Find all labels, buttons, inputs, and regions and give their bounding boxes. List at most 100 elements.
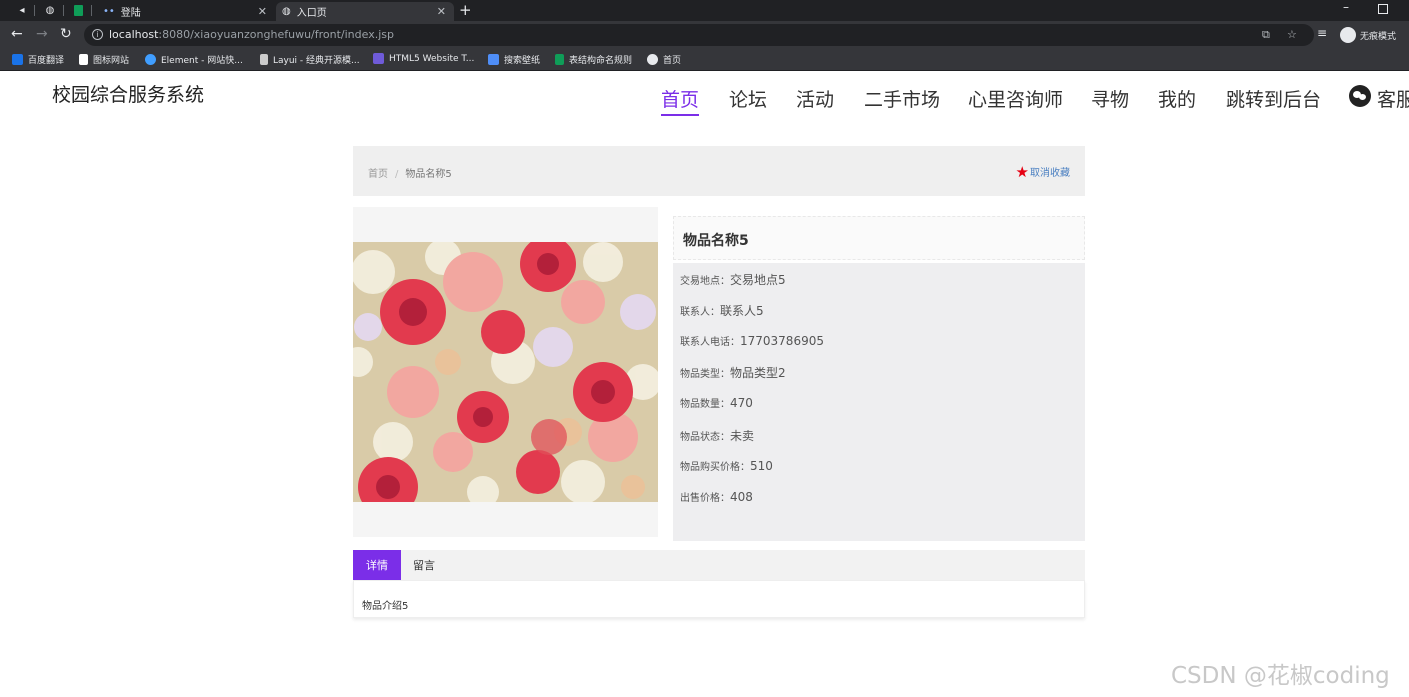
bookmark-element[interactable]: Element - 网站快...: [145, 53, 243, 66]
item-info-panel: 交易地点：交易地点5 联系人：联系人5 联系人电话：17703786905 物品…: [673, 263, 1085, 541]
field-trade-location: 交易地点：交易地点5: [680, 271, 786, 288]
item-title-box: 物品名称5: [673, 216, 1085, 260]
nav-home[interactable]: 首页: [661, 85, 700, 116]
flag-icon: [79, 54, 88, 65]
dots-icon: ••: [103, 6, 115, 17]
tab-label: 入口页: [296, 8, 327, 19]
bookmark-label: 首页: [663, 56, 682, 66]
breadcrumb-bar: 首页 / 物品名称5 ★ 取消收藏: [353, 146, 1085, 196]
star-icon: ★: [1015, 162, 1029, 181]
close-icon[interactable]: ✕: [258, 5, 267, 18]
tab-login[interactable]: •• 登陆 ✕: [97, 2, 275, 21]
tab-sheet[interactable]: [70, 3, 86, 17]
address-bar[interactable]: i localhost:8080/xiaoyuanzonghefuwu/fron…: [84, 24, 1314, 46]
bookmarks-bar: 百度翻译 图标网站 Element - 网站快... Layui - 经典开源模…: [0, 49, 1409, 71]
incognito-indicator[interactable]: 无痕模式: [1340, 27, 1396, 43]
bookmark-layui[interactable]: Layui - 经典开源模...: [260, 53, 360, 66]
close-icon[interactable]: ✕: [437, 5, 446, 18]
tab-audio-icon[interactable]: ◂: [14, 3, 30, 17]
tab-label: 登陆: [120, 8, 141, 19]
globe-icon: [647, 54, 658, 65]
url-path: :8080/xiaoyuanzonghefuwu/front/index.jsp: [158, 28, 394, 41]
wallpaper-logo-icon: [488, 54, 499, 65]
forward-arrow-icon[interactable]: →: [36, 26, 48, 42]
nav-admin[interactable]: 跳转到后台: [1226, 85, 1321, 112]
detail-tab-strip: 详情 留言: [353, 550, 1085, 580]
watermark: CSDN @花椒coding: [1171, 663, 1390, 689]
bookmark-wallpaper[interactable]: 搜索壁纸: [488, 53, 540, 66]
back-arrow-icon[interactable]: ←: [11, 26, 23, 42]
bookmark-label: 图标网站: [93, 56, 130, 66]
nav-forum[interactable]: 论坛: [729, 85, 767, 112]
unfavorite-button[interactable]: ★ 取消收藏: [1016, 164, 1070, 179]
new-tab-button[interactable]: +: [459, 1, 472, 19]
translate-icon: [12, 54, 23, 65]
site-title[interactable]: 校园综合服务系统: [52, 80, 204, 107]
field-contact-phone: 联系人电话：17703786905: [680, 333, 824, 348]
item-photo[interactable]: [353, 242, 658, 502]
breadcrumb-current: 物品名称5: [405, 169, 452, 180]
reading-list-icon[interactable]: ≡: [1317, 26, 1327, 40]
nav-activities[interactable]: 活动: [796, 85, 834, 112]
field-label: 联系人：: [680, 307, 720, 318]
field-value: 510: [750, 459, 773, 473]
layui-logo-icon: [260, 54, 268, 65]
bookmark-label: 百度翻译: [28, 56, 65, 66]
restore-button[interactable]: [1378, 4, 1388, 14]
unfavorite-label: 取消收藏: [1030, 168, 1070, 179]
tab-details[interactable]: 详情: [353, 550, 401, 580]
tab-comments[interactable]: 留言: [401, 550, 447, 580]
item-image-box: [353, 207, 658, 537]
tab-separator: [91, 5, 92, 16]
bookmark-label: Element - 网站快...: [161, 56, 243, 66]
sheet-icon: [555, 54, 564, 65]
bookmark-baidu-translate[interactable]: 百度翻译: [12, 53, 64, 66]
element-logo-icon: [145, 54, 156, 65]
bookmark-icon-site[interactable]: 图标网站: [79, 53, 129, 66]
field-label: 物品状态：: [680, 432, 730, 443]
field-label: 物品数量：: [680, 399, 730, 410]
breadcrumb-separator: /: [395, 169, 399, 180]
globe-icon[interactable]: ◍: [42, 3, 58, 17]
bookmark-naming-rules[interactable]: 表结构命名规则: [555, 53, 632, 66]
field-status: 物品状态：未卖: [680, 427, 754, 444]
field-value: 470: [730, 396, 753, 410]
info-icon[interactable]: i: [92, 29, 103, 40]
wechat-icon[interactable]: [1349, 85, 1371, 107]
nav-customer-service[interactable]: 客服: [1377, 85, 1409, 112]
field-purchase-price: 物品购买价格：510: [680, 458, 773, 473]
description-panel: 物品介绍5: [353, 580, 1085, 618]
nav-secondhand-market[interactable]: 二手市场: [864, 85, 940, 112]
bookmark-label: Layui - 经典开源模...: [273, 56, 360, 66]
nav-mine[interactable]: 我的: [1158, 85, 1196, 112]
field-item-type: 物品类型：物品类型2: [680, 364, 786, 381]
translate-icon[interactable]: ⧉: [1262, 28, 1270, 42]
breadcrumb-home[interactable]: 首页: [368, 169, 388, 180]
tab-separator: [63, 5, 64, 16]
bookmark-label: 表结构命名规则: [569, 56, 633, 66]
star-outline-icon[interactable]: ☆: [1287, 28, 1297, 41]
tab-separator: [34, 5, 35, 16]
field-quantity: 物品数量：470: [680, 395, 753, 410]
globe-icon: ◍: [282, 6, 291, 17]
minimize-button[interactable]: –: [1343, 0, 1349, 14]
browser-tab-bar: ◂ ◍ •• 登陆 ✕ ◍ 入口页 ✕ + –: [0, 0, 1409, 21]
field-label: 出售价格：: [680, 493, 730, 504]
field-value: 交易地点5: [730, 273, 786, 287]
field-contact: 联系人：联系人5: [680, 302, 764, 319]
reload-icon[interactable]: ↻: [60, 26, 72, 42]
item-description: 物品介绍5: [362, 601, 409, 612]
bookmark-html5[interactable]: HTML5 Website T...: [373, 53, 474, 64]
nav-lost-found[interactable]: 寻物: [1091, 85, 1129, 112]
field-label: 物品购买价格：: [680, 462, 750, 473]
url-text[interactable]: localhost:8080/xiaoyuanzonghefuwu/front/…: [109, 28, 394, 41]
field-value: 联系人5: [720, 304, 764, 318]
breadcrumb: 首页 / 物品名称5: [368, 165, 452, 180]
nav-counselor[interactable]: 心里咨询师: [968, 85, 1063, 112]
bookmark-home[interactable]: 首页: [647, 53, 681, 66]
field-label: 联系人电话：: [680, 337, 740, 348]
field-sale-price: 出售价格：408: [680, 489, 753, 504]
tab-entry-page[interactable]: ◍ 入口页 ✕: [276, 2, 454, 21]
item-title: 物品名称5: [683, 233, 749, 249]
address-toolbar: ← → ↻ i localhost:8080/xiaoyuanzonghefuw…: [0, 21, 1409, 49]
